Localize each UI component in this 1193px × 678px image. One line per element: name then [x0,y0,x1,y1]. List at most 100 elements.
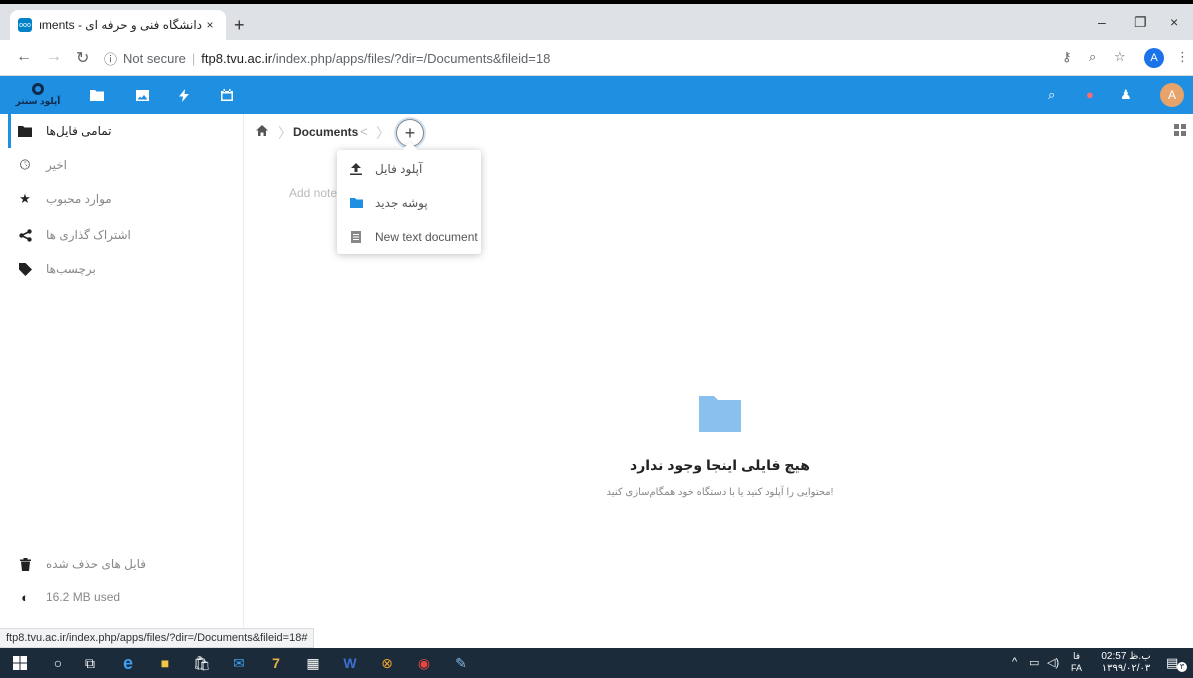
tray-chevron-icon[interactable]: ^ [1012,656,1017,668]
file-explorer-icon[interactable]: ■ [155,654,175,672]
empty-state-title: هیچ فایلی اینجا وجود ندارد [630,457,810,473]
site-info-icon[interactable]: ⓘ [104,49,117,68]
sidebar-item-label: فایل های حذف شده [46,557,146,571]
app-icon[interactable]: ⊗ [377,654,397,672]
sidebar-item-favorites[interactable]: ★ موارد محبوب [8,182,240,216]
breadcrumb: 〉 Documents < 〉 + [244,114,1193,150]
minimize-button[interactable]: – [1098,14,1106,30]
calculator-icon[interactable]: ▦ [303,654,323,672]
menu-item-upload-file[interactable]: آپلود فایل [337,152,481,186]
address-separator: | [191,50,196,66]
sidebar-item-recent[interactable]: 🕓︎ اخیر [8,148,240,182]
task-view-icon[interactable]: ⧉ [80,654,100,672]
bookmark-star-icon[interactable]: ☆ [1114,49,1126,65]
notification-count-badge: ۳ [1177,662,1187,672]
chrome-icon[interactable]: ◉ [414,654,434,672]
sidebar-item-deleted-files[interactable]: فایل های حذف شده [8,549,240,579]
trash-icon [18,557,32,571]
edge-icon[interactable]: e [118,653,138,673]
status-bar-url: ftp8.tvu.ac.ir/index.php/apps/files/?dir… [0,628,315,648]
mail-icon[interactable]: ✉ [229,654,249,672]
logo-text: آپلود سنتر [15,96,61,106]
sidebar-item-label: موارد محبوب [46,192,112,206]
profile-avatar[interactable]: A [1144,48,1164,68]
menu-item-new-folder[interactable]: پوشه جدید [337,186,481,220]
word-icon[interactable]: W [340,654,360,672]
files-sidebar: تمامی فایل‌ها 🕓︎ اخیر ★ موارد محبوب اشتر… [0,114,244,648]
contacts-icon[interactable]: ♟ [1120,87,1132,103]
gallery-app-icon[interactable] [133,86,151,104]
breadcrumb-separator-icon: 〉 [376,125,390,141]
volume-icon[interactable]: ◁) [1047,656,1059,669]
browser-toolbar: ← → ↻ ⓘ Not secure | ftp8.tvu.ac.ir /ind… [0,40,1193,76]
sidebar-item-shares[interactable]: اشتراک گذاری ها [8,218,240,252]
tab-close-icon[interactable]: × [202,18,218,32]
sidebar-item-label: برچسب‌ها [46,262,96,276]
clock-icon: 🕓︎ [19,157,31,172]
nextcloud-header: آپلود سنتر ⌕ ● ♟ A [0,76,1193,114]
not-secure-label: Not secure [123,50,186,66]
activity-app-icon[interactable] [175,86,193,104]
language-top[interactable]: فا [1073,651,1080,662]
sidebar-quota[interactable]: ◐ 16.2 MB used [8,582,240,612]
search-icon[interactable]: ○ [48,654,68,672]
zoom-icon[interactable]: ⌕ [1089,49,1096,65]
menu-item-new-text-document[interactable]: New text document [337,220,481,254]
browser-tab[interactable]: ooo دانشگاه فنی و حرفه ای - Documents × [10,10,226,40]
empty-folder-icon [699,396,741,432]
address-bar[interactable]: ⓘ Not secure | ftp8.tvu.ac.ir /index.php… [104,46,1044,70]
quota-label: 16.2 MB used [46,590,121,604]
nextcloud-favicon-icon: ooo [18,18,32,32]
paint-icon[interactable]: ✎ [451,654,471,672]
clock[interactable]: 02:57 ب.ظ ۱۳۹۹/۰۲/۰۳ [1100,651,1152,675]
clock-date: ۱۳۹۹/۰۲/۰۳ [1101,663,1151,674]
back-arrow-icon[interactable]: ← [16,48,32,66]
clock-time: 02:57 ب.ظ [1101,651,1151,662]
windows-start-icon[interactable] [10,654,30,672]
quota-icon: ◐ [21,589,29,605]
address-path: /index.php/apps/files/?dir=/Documents&fi… [272,50,551,66]
key-icon[interactable]: ⚷ [1062,49,1072,65]
files-app-icon[interactable] [88,86,106,104]
breadcrumb-separator-icon: 〉 [278,125,292,141]
sidebar-item-all-files[interactable]: تمامی فایل‌ها [8,114,240,148]
notifications-icon[interactable]: ● [1086,87,1094,102]
language-indicator[interactable]: FA [1071,663,1082,673]
tag-icon [18,262,32,276]
upload-icon [349,162,363,176]
network-icon[interactable]: ▭ [1029,656,1039,669]
calendar-app-icon[interactable] [218,86,236,104]
close-window-button[interactable]: × [1170,14,1178,30]
new-item-menu: آپلود فایل پوشه جدید New text document [337,150,481,254]
reload-icon[interactable]: ↻ [76,48,89,68]
share-icon[interactable]: < [360,124,368,139]
folder-icon [349,196,363,210]
7zip-icon[interactable]: 7 [266,654,286,672]
home-icon[interactable] [256,125,268,139]
star-icon: ★ [19,191,31,206]
logo-mark-icon [32,83,44,95]
sidebar-item-label: اشتراک گذاری ها [46,228,131,242]
new-tab-button[interactable]: + [234,16,245,34]
restore-button[interactable]: ❐ [1134,14,1147,31]
menu-item-label: آپلود فایل [375,162,423,176]
browser-tab-strip: ooo دانشگاه فنی و حرفه ای - Documents × … [0,0,1193,40]
forward-arrow-icon[interactable]: → [46,48,62,66]
menu-item-label: New text document [375,230,478,244]
search-icon[interactable]: ⌕ [1048,87,1055,103]
folder-icon [18,124,32,138]
breadcrumb-documents[interactable]: Documents [293,125,358,139]
store-icon[interactable]: 🛍︎ [192,654,212,672]
sidebar-item-label: تمامی فایل‌ها [46,124,112,138]
sidebar-item-tags[interactable]: برچسب‌ها [8,252,240,286]
tab-title: دانشگاه فنی و حرفه ای - Documents [40,18,202,32]
menu-item-label: پوشه جدید [375,196,428,210]
grid-view-toggle-icon[interactable] [1174,124,1186,136]
sidebar-item-label: اخیر [46,158,67,172]
upload-center-logo[interactable]: آپلود سنتر [15,78,61,112]
share-icon [18,228,32,242]
user-avatar[interactable]: A [1160,83,1184,107]
browser-menu-icon[interactable]: ⋮ [1176,49,1189,65]
text-document-icon [349,230,363,244]
notes-placeholder[interactable]: Add note [289,186,337,200]
